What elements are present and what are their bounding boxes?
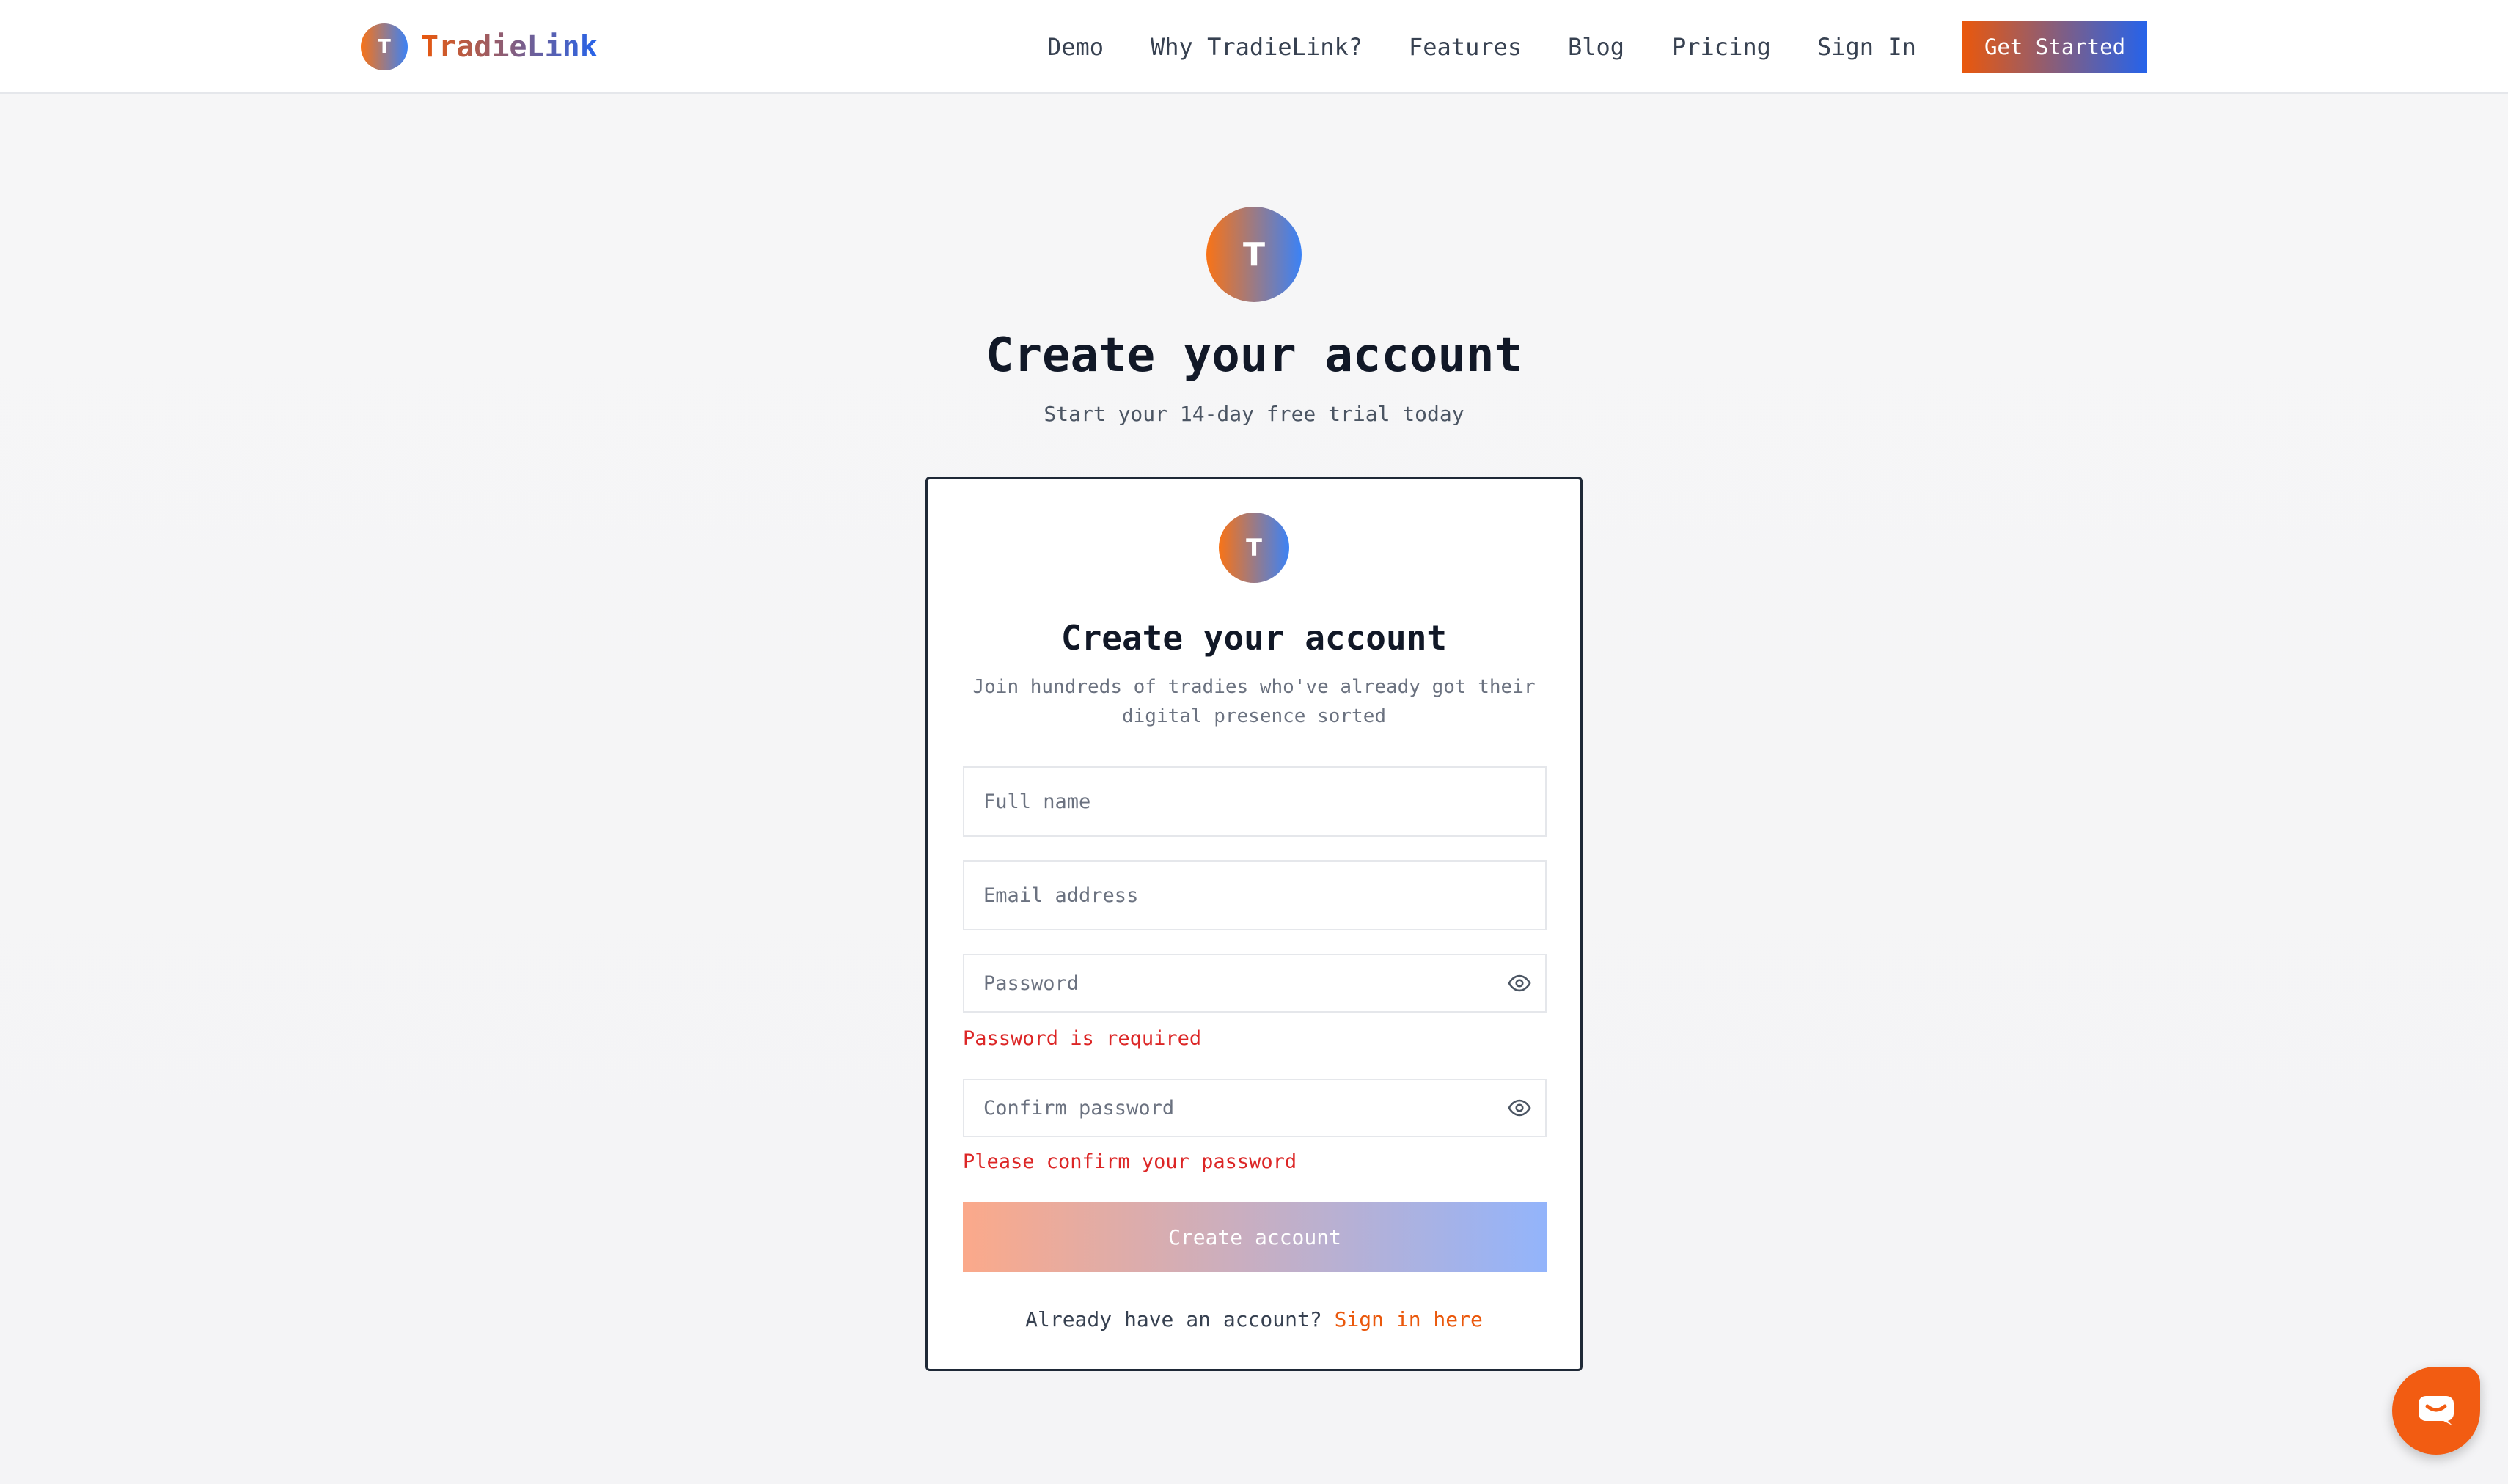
page-title: Create your account bbox=[985, 328, 1523, 383]
password-error: Password is required bbox=[963, 1027, 1202, 1050]
card-logo-initial: T bbox=[1246, 534, 1262, 562]
create-account-button[interactable]: Create account bbox=[963, 1202, 1547, 1272]
nav-features[interactable]: Features bbox=[1409, 21, 1522, 73]
brand-name: TradieLink bbox=[421, 30, 598, 64]
nav-why-tradielink[interactable]: Why TradieLink? bbox=[1151, 21, 1363, 73]
nav-blog[interactable]: Blog bbox=[1568, 21, 1624, 73]
password-field bbox=[963, 954, 1547, 1013]
signin-prompt: Already have an account? bbox=[1025, 1307, 1322, 1331]
chat-widget-button[interactable] bbox=[2392, 1367, 2480, 1455]
brand-badge: T bbox=[361, 23, 408, 70]
nav-demo[interactable]: Demo bbox=[1047, 21, 1104, 73]
email-input[interactable] bbox=[964, 862, 1545, 929]
page-subtitle: Start your 14-day free trial today bbox=[1044, 402, 1464, 426]
signup-card: T Create your account Join hundreds of t… bbox=[925, 477, 1583, 1371]
card-title: Create your account bbox=[1060, 618, 1448, 658]
nav-pricing[interactable]: Pricing bbox=[1672, 21, 1771, 73]
signin-link[interactable]: Sign in here bbox=[1335, 1307, 1483, 1331]
card-logo: T bbox=[1219, 513, 1289, 583]
confirm-password-input[interactable] bbox=[964, 1080, 1545, 1136]
email-field bbox=[963, 860, 1547, 930]
chat-icon bbox=[2419, 1396, 2454, 1425]
nav-sign-in[interactable]: Sign In bbox=[1817, 21, 1916, 73]
full-name-input[interactable] bbox=[964, 768, 1545, 835]
get-started-button[interactable]: Get Started bbox=[1962, 21, 2147, 73]
site-header: T TradieLink Demo Why TradieLink? Featur… bbox=[0, 0, 2508, 94]
full-name-field bbox=[963, 766, 1547, 837]
confirm-password-field bbox=[963, 1079, 1547, 1137]
card-subtitle: Join hundreds of tradies who've already … bbox=[972, 676, 1536, 727]
eye-icon[interactable] bbox=[1507, 1095, 1532, 1120]
confirm-password-error: Please confirm your password bbox=[963, 1150, 1297, 1173]
brand-logo[interactable]: T TradieLink bbox=[361, 23, 598, 70]
signin-prompt-line: Already have an account? Sign in here bbox=[928, 1307, 1580, 1331]
hero-logo-initial: T bbox=[1242, 235, 1265, 273]
brand-initial: T bbox=[378, 36, 391, 58]
eye-icon[interactable] bbox=[1507, 971, 1532, 996]
hero-logo: T bbox=[1206, 207, 1302, 302]
password-input[interactable] bbox=[964, 955, 1545, 1011]
